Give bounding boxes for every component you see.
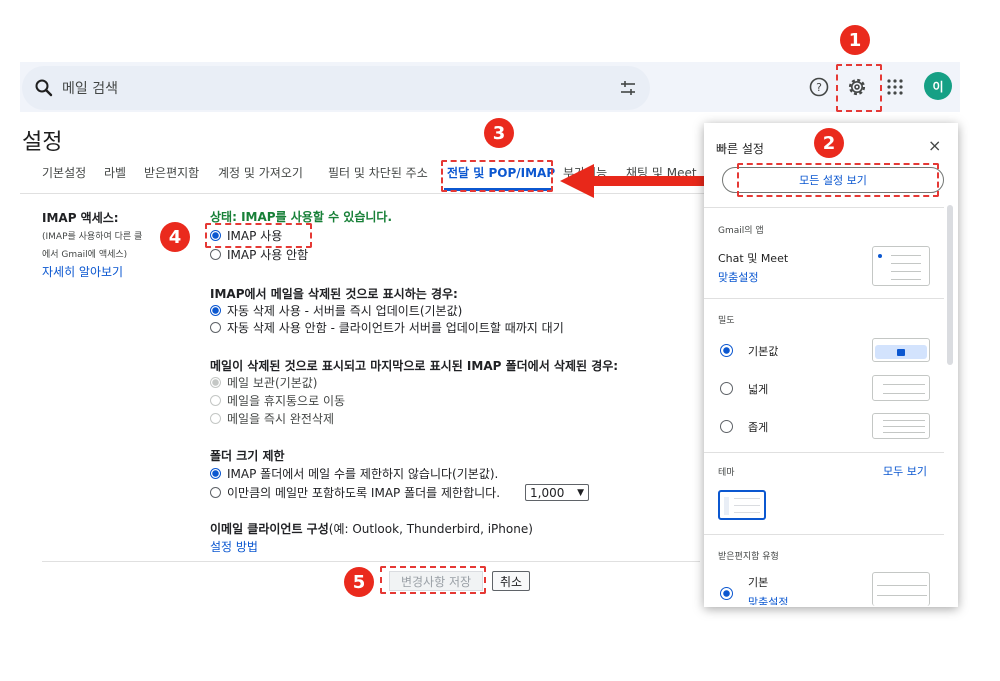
inbox-default-label[interactable]: 기본 bbox=[748, 574, 768, 590]
panel-scrollbar[interactable] bbox=[947, 205, 953, 365]
tabs-divider bbox=[20, 193, 710, 194]
inbox-customize-link[interactable]: 맞춤설정 bbox=[748, 594, 788, 605]
step-badge-5: 5 bbox=[344, 567, 374, 597]
theme-see-all-link[interactable]: 모두 보기 bbox=[883, 463, 927, 479]
tab-accounts[interactable]: 계정 및 가져오기 bbox=[218, 164, 303, 181]
density-comfortable-label[interactable]: 넓게 bbox=[748, 381, 768, 397]
client-config: 이메일 클라이언트 구성(예: Outlook, Thunderbird, iP… bbox=[210, 520, 533, 537]
svg-text:?: ? bbox=[816, 81, 822, 94]
apps-icon[interactable] bbox=[886, 78, 904, 96]
highlight-imap-enable bbox=[205, 223, 312, 248]
quick-settings-title: 빠른 설정 bbox=[716, 142, 764, 156]
density-compact-radio[interactable] bbox=[720, 420, 733, 433]
folder-limit-value: 1,000 bbox=[530, 485, 565, 500]
status-value: IMAP를 사용할 수 있습니다. bbox=[241, 210, 393, 224]
tab-filters[interactable]: 필터 및 차단된 주소 bbox=[328, 164, 428, 181]
client-config-title: 이메일 클라이언트 구성 bbox=[210, 522, 329, 536]
panel-divider bbox=[704, 207, 944, 208]
density-comfortable-thumb bbox=[872, 375, 930, 401]
delete-forever-radio[interactable] bbox=[210, 413, 221, 424]
archive-radio[interactable] bbox=[210, 377, 221, 388]
inbox-type-section-title: 받은편지함 유형 bbox=[718, 552, 779, 562]
auto-expunge-title: IMAP에서 메일을 삭제된 것으로 표시하는 경우: bbox=[210, 287, 458, 301]
close-icon[interactable]: × bbox=[928, 136, 941, 155]
theme-section-title: 테마 bbox=[718, 468, 735, 478]
trash-label[interactable]: 메일을 휴지통으로 이동 bbox=[227, 392, 345, 409]
density-default-label[interactable]: 기본값 bbox=[748, 343, 778, 359]
density-default-thumb bbox=[872, 338, 930, 362]
imap-disable-label[interactable]: IMAP 사용 안함 bbox=[227, 246, 308, 263]
step-badge-4: 4 bbox=[160, 222, 190, 252]
limit-radio[interactable] bbox=[210, 487, 221, 498]
apps-customize-link[interactable]: 맞춤설정 bbox=[718, 269, 758, 285]
highlight-save bbox=[380, 566, 486, 594]
delete-forever-label[interactable]: 메일을 즉시 완전삭제 bbox=[227, 410, 334, 427]
search-input[interactable]: 메일 검색 bbox=[62, 78, 118, 98]
density-compact-label[interactable]: 좁게 bbox=[748, 419, 768, 435]
auto-expunge-on-radio[interactable] bbox=[210, 305, 221, 316]
help-icon[interactable]: ? bbox=[808, 76, 830, 98]
highlight-see-all bbox=[737, 163, 939, 197]
learn-more-link[interactable]: 자세히 알아보기 bbox=[42, 263, 123, 280]
search-options-icon[interactable] bbox=[618, 78, 638, 98]
folder-limit-select[interactable]: 1,000 ▼ bbox=[525, 484, 589, 501]
step-badge-1: 1 bbox=[840, 25, 870, 55]
apps-section-title: Gmail의 앱 bbox=[718, 226, 764, 236]
chevron-down-icon: ▼ bbox=[577, 487, 584, 498]
auto-expunge-off-label[interactable]: 자동 삭제 사용 안함 - 클라이언트가 서버를 업데이트할 때까지 대기 bbox=[227, 319, 564, 336]
auto-expunge-off-radio[interactable] bbox=[210, 322, 221, 333]
archive-label[interactable]: 메일 보관(기본값) bbox=[227, 374, 317, 391]
arrow-head-icon bbox=[560, 164, 594, 198]
trash-radio[interactable] bbox=[210, 395, 221, 406]
imap-access-desc: (IMAP를 사용하여 다른 클 bbox=[42, 232, 143, 242]
density-comfortable-radio[interactable] bbox=[720, 382, 733, 395]
highlight-imap-tab bbox=[441, 160, 553, 192]
folder-limit-title: 폴더 크기 제한 bbox=[210, 449, 285, 463]
chat-meet-label: Chat 및 Meet bbox=[718, 252, 789, 265]
inbox-default-thumb bbox=[872, 572, 930, 606]
no-limit-radio[interactable] bbox=[210, 468, 221, 479]
theme-thumb[interactable] bbox=[718, 490, 766, 520]
step-badge-2: 2 bbox=[814, 128, 844, 158]
panel-divider bbox=[704, 298, 944, 299]
density-section-title: 밀도 bbox=[718, 316, 735, 326]
imap-access-label: IMAP 액세스: bbox=[42, 211, 119, 225]
imap-access-desc-2: 에서 Gmail에 액세스) bbox=[42, 250, 128, 260]
status-prefix: 상태: bbox=[210, 210, 242, 224]
density-default-radio[interactable] bbox=[720, 344, 733, 357]
tab-general[interactable]: 기본설정 bbox=[42, 164, 86, 181]
inbox-default-radio[interactable] bbox=[720, 587, 733, 600]
cancel-button[interactable]: 취소 bbox=[492, 571, 530, 591]
expunge-behavior-title: 메일이 삭제된 것으로 표시되고 마지막으로 표시된 IMAP 폴더에서 삭제된… bbox=[210, 359, 619, 373]
density-compact-thumb bbox=[872, 413, 930, 439]
panel-divider bbox=[704, 534, 944, 535]
limit-label[interactable]: 이만큼의 메일만 포함하도록 IMAP 폴더를 제한합니다. bbox=[227, 484, 500, 501]
auto-expunge-on-label[interactable]: 자동 삭제 사용 - 서버를 즉시 업데이트(기본값) bbox=[227, 302, 462, 319]
client-config-examples: (예: Outlook, Thunderbird, iPhone) bbox=[328, 522, 533, 536]
search-icon[interactable] bbox=[34, 78, 54, 98]
no-limit-label[interactable]: IMAP 폴더에서 메일 수를 제한하지 않습니다(기본값). bbox=[227, 465, 498, 482]
avatar[interactable]: 이 bbox=[924, 72, 952, 100]
tab-inbox[interactable]: 받은편지함 bbox=[144, 164, 199, 181]
highlight-gear bbox=[836, 64, 882, 112]
tab-labels[interactable]: 라벨 bbox=[104, 164, 126, 181]
page-title: 설정 bbox=[22, 130, 63, 155]
apps-preview-thumb bbox=[872, 246, 930, 286]
step-badge-3: 3 bbox=[484, 118, 514, 148]
imap-disable-radio[interactable] bbox=[210, 249, 221, 260]
config-howto-link[interactable]: 설정 방법 bbox=[210, 538, 258, 555]
bottom-divider bbox=[42, 561, 700, 562]
panel-divider bbox=[704, 452, 944, 453]
